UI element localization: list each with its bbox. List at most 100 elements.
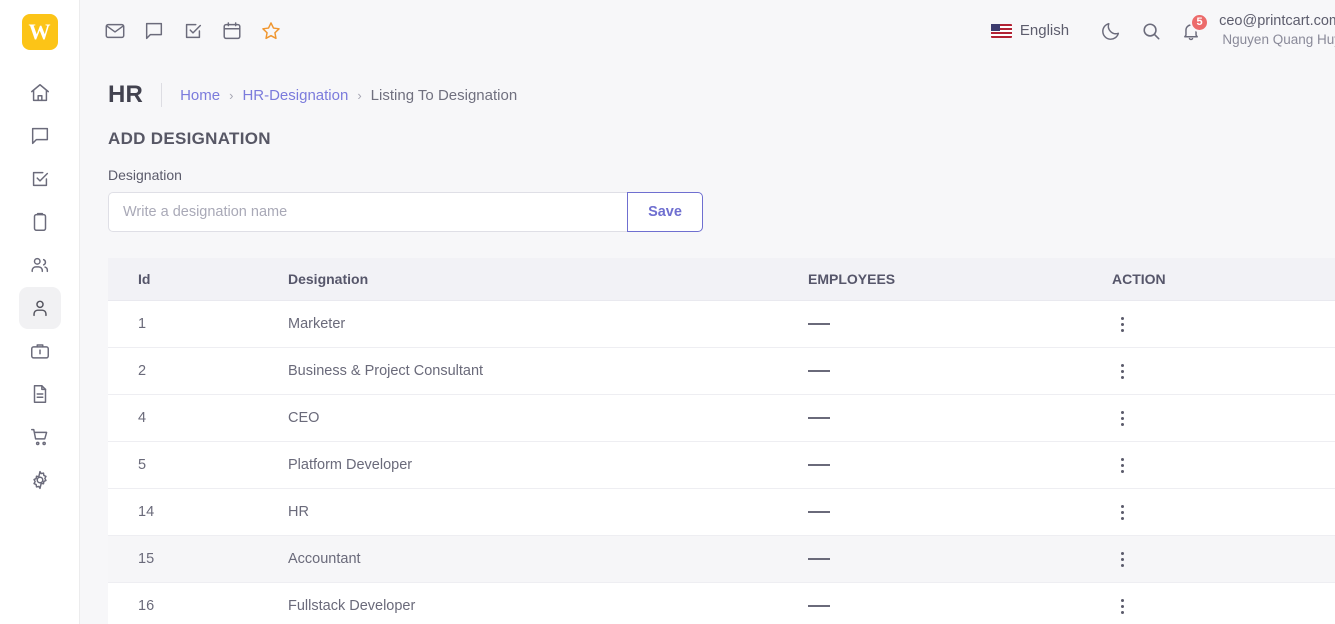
cell-id: 15 [108,535,288,583]
empty-dash-icon [808,605,830,607]
empty-dash-icon [808,417,830,419]
column-header-designation: Designation [288,258,808,301]
search-icon[interactable] [1131,11,1171,51]
empty-dash-icon [808,323,830,325]
sidebar-item-projects[interactable] [19,330,61,372]
table-header-row: Id Designation EMPLOYEES ACTION [108,258,1335,301]
moon-icon[interactable] [1091,11,1131,51]
briefcase-icon [29,340,51,362]
cell-employees [808,441,1112,489]
cell-employees [808,488,1112,536]
table-head: Id Designation EMPLOYEES ACTION [108,258,1335,301]
message-icon[interactable] [141,18,167,44]
mail-icon[interactable] [102,18,128,44]
kebab-menu-icon[interactable] [1112,410,1132,426]
cell-designation: Marketer [288,300,808,348]
chat-icon [29,125,51,147]
breadcrumb: Home › HR-Designation › Listing To Desig… [162,87,517,104]
sidebar-item-clipboard[interactable] [19,201,61,243]
designation-table: Id Designation EMPLOYEES ACTION 1 Markete… [108,258,1335,624]
breadcrumb-item-current: Listing To Designation [370,86,518,104]
table-row[interactable]: 15 Accountant [108,535,1335,583]
sidebar-item-home[interactable] [19,72,61,114]
sidebar-item-hr[interactable] [18,287,61,329]
todo-icon[interactable] [180,18,206,44]
cell-designation: Business & Project Consultant [288,347,808,395]
sidebar-item-chat[interactable] [19,115,61,157]
us-flag-icon [990,23,1012,38]
kebab-menu-icon[interactable] [1112,598,1132,614]
user-info[interactable]: ceo@printcart.com Nguyen Quang Huy [1219,12,1335,50]
cell-action [1112,582,1335,624]
cell-id: 14 [108,488,288,536]
notification-badge: 5 [1190,12,1210,32]
kebab-menu-icon[interactable] [1112,316,1132,332]
cell-employees [808,582,1112,624]
user-name: Nguyen Quang Huy [1222,32,1335,48]
cell-action [1112,394,1335,442]
cell-id: 2 [108,347,288,395]
person-icon [29,297,51,319]
sidebar-item-settings[interactable] [19,459,61,501]
save-button[interactable]: Save [627,192,703,232]
sidebar-item-documents[interactable] [19,373,61,415]
clipboard-icon [29,211,51,233]
designation-field-label: Designation [108,167,182,183]
cell-designation: Accountant [288,535,808,583]
sidebar-item-orders[interactable] [19,416,61,458]
designation-table-wrapper: Id Designation EMPLOYEES ACTION 1 Markete… [80,232,1335,624]
cell-action [1112,441,1335,489]
section-title: ADD DESIGNATION [108,129,271,148]
cell-designation: Fullstack Developer [288,582,808,624]
kebab-menu-icon[interactable] [1112,363,1132,379]
breadcrumb-item-home[interactable]: Home [180,87,220,104]
language-selector[interactable]: English [990,22,1069,39]
calendar-icon[interactable] [219,18,245,44]
cell-id: 4 [108,394,288,442]
sidebar-item-tasks[interactable] [19,158,61,200]
notifications-button[interactable]: 5 [1171,11,1211,51]
table-row[interactable]: 16 Fullstack Developer [108,582,1335,624]
column-header-action: ACTION [1112,258,1335,301]
empty-dash-icon [808,464,830,466]
kebab-menu-icon[interactable] [1112,551,1132,567]
kebab-menu-icon[interactable] [1112,457,1132,473]
topbar-quick-actions [102,18,284,44]
gear-icon [29,469,51,491]
sidebar-item-users[interactable] [19,244,61,286]
designation-input[interactable] [108,192,627,232]
cell-employees [808,535,1112,583]
table-row[interactable]: 4 CEO [108,394,1335,442]
cell-designation: CEO [288,394,808,442]
designation-input-row: Save [108,192,1335,232]
table-row[interactable]: 1 Marketer [108,300,1335,348]
empty-dash-icon [808,558,830,560]
cell-employees [808,394,1112,442]
app-logo[interactable]: W [21,14,58,50]
cell-action [1112,347,1335,395]
star-icon[interactable] [258,18,284,44]
page-title: HR [108,83,163,107]
column-header-id: Id [108,258,288,301]
task-icon [29,168,51,190]
empty-dash-icon [808,370,830,372]
chevron-right-icon: › [357,87,362,103]
cell-employees [808,300,1112,348]
cell-id: 5 [108,441,288,489]
column-header-employees: EMPLOYEES [808,258,1112,301]
page-header: HR Home › HR-Designation › Listing To De… [80,61,1335,107]
table-row[interactable]: 5 Platform Developer [108,441,1335,489]
empty-dash-icon [808,511,830,513]
kebab-menu-icon[interactable] [1112,504,1132,520]
topbar-user-area: English 5 ceo@printcart.com Nguyen Quang… [990,10,1335,52]
table-row[interactable]: 14 HR [108,488,1335,536]
table-body: 1 Marketer 2 Business & Project Consultant 4… [108,300,1335,624]
add-designation-form: Designation Save [80,149,1335,232]
cell-action [1112,535,1335,583]
app-root: W English 5 ceo@printcart.com Nguyen Qua… [0,0,1335,624]
chevron-right-icon: › [229,87,234,103]
cell-id: 1 [108,300,288,348]
cell-designation: HR [288,488,808,536]
breadcrumb-item-hr-designation[interactable]: HR-Designation [242,87,348,104]
table-row[interactable]: 2 Business & Project Consultant [108,347,1335,395]
